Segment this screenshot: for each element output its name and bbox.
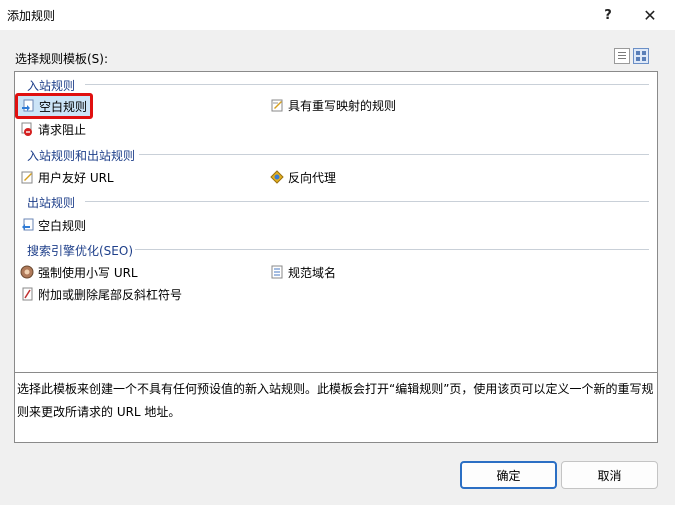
group-both-label: 入站规则和出站规则 (27, 149, 136, 163)
trailing-slash-icon (20, 287, 34, 301)
template-friendly-url[interactable]: 用户友好 URL (17, 167, 117, 187)
friendly-url-icon (20, 170, 34, 184)
template-list[interactable]: 入站规则 空白规则 具有重写映射的规则 请求阻止 入站规则和出站规则 用户友好 … (14, 71, 658, 373)
group-divider (85, 84, 649, 85)
request-block-icon (20, 122, 34, 136)
blank-outbound-icon (20, 218, 34, 232)
window-title: 添加规则 (7, 9, 56, 23)
template-label: 用户友好 URL (38, 170, 114, 185)
group-seo: 搜索引擎优化(SEO) (27, 242, 133, 259)
template-label: 空白规则 (38, 218, 87, 233)
group-divider (139, 154, 649, 155)
description-line: 选择此模板来创建一个不具有任何预设值的新入站规则。此模板会打开“编辑规则”页，使… (17, 382, 654, 396)
list-view-icon[interactable] (614, 48, 630, 64)
template-request-block[interactable]: 请求阻止 (17, 119, 89, 139)
group-outbound-label: 出站规则 (27, 196, 76, 210)
group-inbound-outbound-rules: 入站规则和出站规则 (27, 147, 135, 164)
group-seo-label: 搜索引擎优化(SEO) (27, 244, 134, 258)
canonical-domain-icon (270, 265, 284, 279)
template-label: 强制使用小写 URL (38, 265, 138, 280)
lowercase-icon (20, 265, 34, 279)
group-outbound-rules: 出站规则 (27, 194, 75, 211)
description-line: 则来更改所请求的 URL 地址。 (17, 405, 181, 419)
template-blank-inbound[interactable]: 空白规则 (15, 93, 94, 119)
help-button[interactable]: ? (588, 0, 628, 30)
template-rewrite-map[interactable]: 具有重写映射的规则 (267, 95, 399, 115)
reverse-proxy-icon (270, 170, 284, 184)
template-reverse-proxy[interactable]: 反向代理 (267, 167, 339, 187)
cancel-button[interactable]: 取消 (561, 461, 658, 489)
blank-rule-icon (21, 99, 35, 113)
group-inbound-rules: 入站规则 (27, 77, 75, 94)
tile-view-icon[interactable] (633, 48, 649, 64)
template-canonical-domain[interactable]: 规范域名 (267, 262, 339, 282)
rewrite-map-icon (270, 98, 284, 112)
template-label: 附加或删除尾部反斜杠符号 (38, 287, 183, 302)
title-bar: 添加规则 ? ✕ (0, 0, 675, 30)
template-label: 反向代理 (288, 170, 337, 185)
template-label: 请求阻止 (38, 122, 87, 137)
template-label: 空白规则 (39, 99, 88, 114)
template-blank-outbound[interactable]: 空白规则 (17, 215, 89, 235)
template-enforce-lowercase[interactable]: 强制使用小写 URL (17, 262, 141, 282)
view-toggle (614, 48, 649, 64)
template-prompt-label: 选择规则模板(S): (15, 52, 109, 66)
template-trailing-slash[interactable]: 附加或删除尾部反斜杠符号 (17, 284, 185, 304)
group-divider (85, 201, 649, 202)
group-divider (135, 249, 649, 250)
template-description: 选择此模板来创建一个不具有任何预设值的新入站规则。此模板会打开“编辑规则”页，使… (14, 373, 658, 443)
template-label: 具有重写映射的规则 (288, 98, 397, 113)
close-button[interactable]: ✕ (630, 0, 670, 30)
template-label: 规范域名 (288, 265, 337, 280)
group-inbound-label: 入站规则 (27, 79, 76, 93)
ok-button[interactable]: 确定 (460, 461, 557, 489)
